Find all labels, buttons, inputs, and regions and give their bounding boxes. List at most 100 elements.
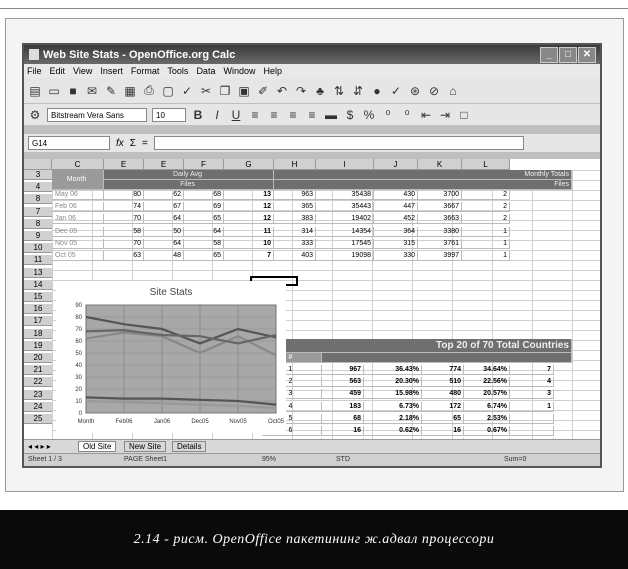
column-header[interactable]: F bbox=[184, 159, 224, 170]
tab-details[interactable]: Details bbox=[172, 441, 207, 452]
top-country-cell[interactable]: 774 bbox=[422, 365, 464, 375]
row-header[interactable]: 24 bbox=[24, 401, 52, 412]
table-cell[interactable]: 64 bbox=[144, 214, 184, 225]
table-cell[interactable]: 2 bbox=[462, 202, 510, 213]
top-country-cell[interactable]: 16 bbox=[422, 426, 464, 436]
menu-format[interactable]: Format bbox=[131, 66, 160, 76]
row-header[interactable]: 9 bbox=[24, 231, 52, 241]
column-header[interactable]: E bbox=[104, 159, 144, 170]
top-country-cell[interactable]: 0.62% bbox=[364, 426, 422, 436]
row-header[interactable]: 7 bbox=[24, 206, 52, 217]
row-header[interactable]: 17 bbox=[24, 316, 52, 327]
table-cell[interactable]: 3380 bbox=[418, 226, 462, 237]
table-cell[interactable]: 452 bbox=[374, 214, 418, 225]
top-country-cell[interactable] bbox=[510, 413, 554, 424]
align-right-icon[interactable]: ≡ bbox=[286, 108, 300, 122]
table-cell[interactable]: 3700 bbox=[418, 190, 462, 200]
month-cell[interactable]: Oct 05 bbox=[52, 251, 104, 261]
top-country-cell[interactable]: 563 bbox=[322, 377, 364, 388]
table-cell[interactable]: 67 bbox=[144, 202, 184, 213]
table-cell[interactable]: 68 bbox=[184, 190, 224, 200]
currency-icon[interactable]: $ bbox=[343, 108, 357, 122]
top-country-cell[interactable]: 34.64% bbox=[464, 365, 510, 375]
column-header[interactable]: K bbox=[418, 159, 462, 170]
table-cell[interactable]: 333 bbox=[274, 238, 316, 249]
month-cell[interactable]: Feb 06 bbox=[52, 202, 104, 213]
table-cell[interactable]: 430 bbox=[374, 190, 418, 200]
find-replace-icon[interactable]: ⊛ bbox=[408, 84, 422, 98]
table-cell[interactable]: 365 bbox=[274, 202, 316, 213]
table-cell[interactable]: 1 bbox=[462, 251, 510, 261]
menu-tools[interactable]: Tools bbox=[167, 66, 188, 76]
spreadsheet-grid[interactable]: CEEFGHIJKL 3 4 8 7 8 9 10 11 13 14 15 16 17 18 19 20 21 2… bbox=[24, 159, 600, 439]
font-name-select[interactable]: Bitstream Vera Sans bbox=[47, 107, 147, 122]
row-header[interactable]: 8 bbox=[24, 194, 52, 205]
new-document-icon[interactable]: ▤ bbox=[28, 84, 42, 98]
top-country-cell[interactable]: 1 bbox=[510, 401, 554, 412]
top-country-cell[interactable]: 967 bbox=[322, 365, 364, 375]
row-header[interactable]: 13 bbox=[24, 267, 52, 278]
tab-old-site[interactable]: Old Site bbox=[78, 441, 117, 452]
menu-help[interactable]: Help bbox=[263, 66, 282, 76]
maximize-button[interactable]: □ bbox=[559, 47, 577, 63]
table-cell[interactable]: 3997 bbox=[418, 251, 462, 261]
top-country-cell[interactable]: 36.43% bbox=[364, 365, 422, 375]
site-stats-chart[interactable]: Site Stats 90 80 70 60 50 40 30 20 10 0 Month Feb06 J… bbox=[56, 281, 286, 433]
table-cell[interactable]: 3663 bbox=[418, 214, 462, 225]
table-cell[interactable]: 963 bbox=[274, 190, 316, 200]
borders-icon[interactable]: □ bbox=[457, 108, 471, 122]
close-button[interactable]: ✕ bbox=[578, 47, 596, 63]
table-cell[interactable]: 14354 bbox=[316, 226, 374, 237]
indent-decrease-icon[interactable]: ⇤ bbox=[419, 108, 433, 122]
sum-icon[interactable]: Σ bbox=[130, 138, 136, 149]
decimal-remove-icon[interactable]: ⁰ bbox=[400, 108, 414, 122]
row-header[interactable]: 16 bbox=[24, 304, 52, 315]
table-cell[interactable]: 12 bbox=[224, 214, 274, 225]
table-cell[interactable]: 13 bbox=[224, 190, 274, 200]
top-country-cell[interactable]: 6.74% bbox=[464, 401, 510, 412]
bold-icon[interactable]: B bbox=[191, 108, 205, 122]
table-cell[interactable]: 447 bbox=[374, 202, 418, 213]
menu-view[interactable]: View bbox=[73, 66, 92, 76]
formula-input[interactable] bbox=[153, 136, 524, 150]
row-header[interactable]: 4 bbox=[24, 182, 52, 193]
top-country-cell[interactable]: 2.53% bbox=[464, 413, 510, 424]
table-cell[interactable]: 19098 bbox=[316, 251, 374, 261]
column-header[interactable]: J bbox=[374, 159, 418, 170]
spellcheck-icon[interactable]: ✓ bbox=[180, 84, 194, 98]
percent-icon[interactable]: % bbox=[362, 108, 376, 122]
month-cell[interactable]: Dec 05 bbox=[52, 226, 104, 237]
row-header[interactable]: 11 bbox=[24, 255, 52, 266]
top-country-cell[interactable]: 510 bbox=[422, 377, 464, 388]
menu-insert[interactable]: Insert bbox=[100, 66, 123, 76]
table-cell[interactable]: 58 bbox=[184, 238, 224, 249]
paste-icon[interactable]: ▣ bbox=[237, 84, 251, 98]
table-cell[interactable]: 62 bbox=[144, 190, 184, 200]
top-country-cell[interactable]: 68 bbox=[322, 413, 364, 424]
menu-data[interactable]: Data bbox=[196, 66, 215, 76]
top-country-cell[interactable]: 20.57% bbox=[464, 389, 510, 400]
table-cell[interactable]: 2 bbox=[462, 214, 510, 225]
menu-edit[interactable]: Edit bbox=[50, 66, 66, 76]
font-size-select[interactable]: 10 bbox=[152, 107, 186, 122]
equals-icon[interactable]: = bbox=[142, 138, 148, 149]
print-icon[interactable]: ⎙ bbox=[142, 83, 156, 98]
table-cell[interactable]: 383 bbox=[274, 214, 316, 225]
table-cell[interactable]: 17545 bbox=[316, 238, 374, 249]
sort-ascending-icon[interactable]: ⇅ bbox=[332, 84, 346, 98]
menu-file[interactable]: File bbox=[27, 66, 42, 76]
justify-icon[interactable]: ≡ bbox=[305, 108, 319, 122]
table-cell[interactable]: 10 bbox=[224, 238, 274, 249]
table-cell[interactable]: 48 bbox=[144, 251, 184, 261]
row-header[interactable]: 8 bbox=[24, 218, 52, 229]
column-header[interactable]: E bbox=[144, 159, 184, 170]
sort-descending-icon[interactable]: ⇵ bbox=[351, 84, 365, 98]
row-header[interactable]: 15 bbox=[24, 292, 52, 302]
table-cell[interactable]: 64 bbox=[184, 226, 224, 237]
row-header[interactable]: 20 bbox=[24, 353, 52, 363]
top-country-cell[interactable]: 480 bbox=[422, 389, 464, 400]
table-cell[interactable]: 74 bbox=[104, 202, 144, 213]
underline-icon[interactable]: U bbox=[229, 108, 243, 122]
indent-increase-icon[interactable]: ⇥ bbox=[438, 108, 452, 122]
column-header[interactable]: C bbox=[52, 159, 104, 170]
